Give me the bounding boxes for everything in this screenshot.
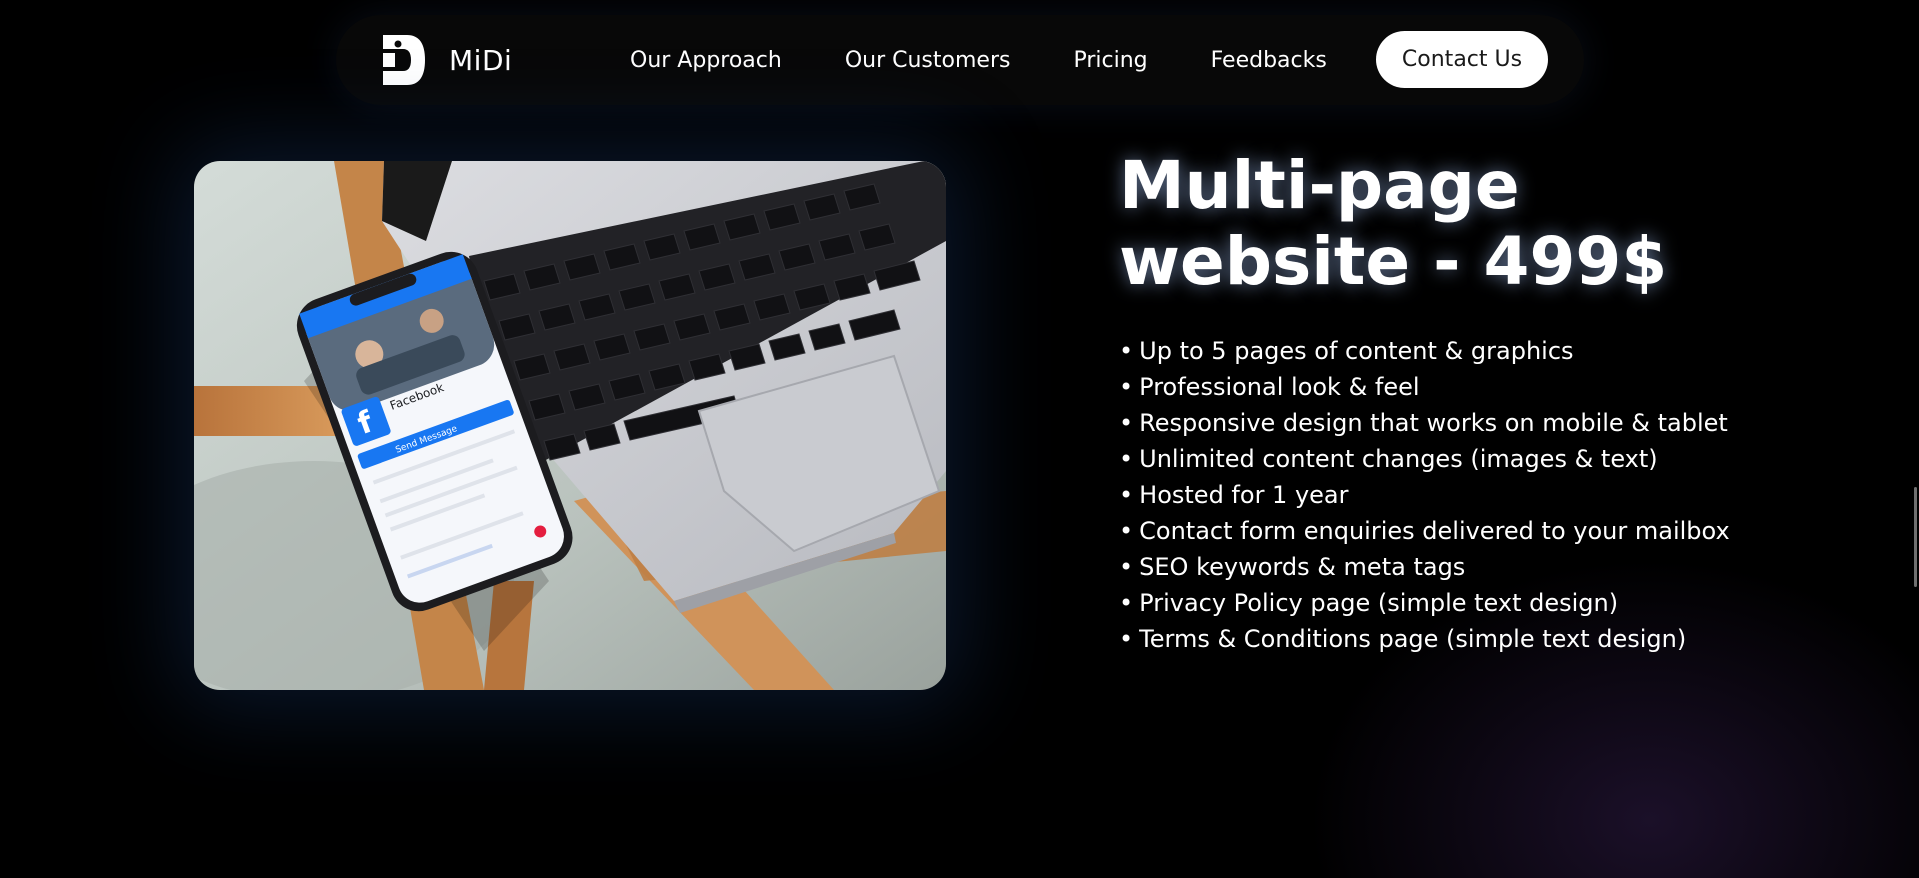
nav-link-feedbacks[interactable]: Feedbacks xyxy=(1211,48,1327,73)
feature-item: • Hosted for 1 year xyxy=(1119,481,1349,509)
feature-item: • Responsive design that works on mobile … xyxy=(1119,409,1728,437)
pricing-title-line-2: website - 499$ xyxy=(1119,223,1668,300)
feature-item: • Professional look & feel xyxy=(1119,373,1420,401)
nav-link-pricing[interactable]: Pricing xyxy=(1073,48,1147,73)
pricing-title-line-1: Multi-page xyxy=(1119,147,1520,224)
nav-links: Our Approach Our Customers Pricing Feedb… xyxy=(630,15,1327,105)
laptop-phone-illustration: f Facebook Send Message xyxy=(194,161,946,690)
scrollbar-thumb[interactable] xyxy=(1914,487,1917,587)
nav-link-our-approach[interactable]: Our Approach xyxy=(630,48,782,73)
feature-item: • SEO keywords & meta tags xyxy=(1119,553,1466,581)
product-photo: f Facebook Send Message xyxy=(194,161,946,690)
brand-name: MiDi xyxy=(449,43,513,77)
nav-link-our-customers[interactable]: Our Customers xyxy=(845,48,1011,73)
midi-logo-icon xyxy=(383,35,425,85)
page: MiDi Our Approach Our Customers Pricing … xyxy=(0,0,1919,878)
brand-logo[interactable]: MiDi xyxy=(381,33,512,87)
feature-item: • Contact form enquiries delivered to you… xyxy=(1119,517,1730,545)
top-navigation: MiDi Our Approach Our Customers Pricing … xyxy=(336,15,1584,105)
pricing-title: Multi-page website - 499$ xyxy=(1119,148,1739,300)
feature-item: • Up to 5 pages of content & graphics xyxy=(1119,337,1574,365)
feature-item: • Terms & Conditions page (simple text de… xyxy=(1119,625,1687,653)
contact-us-button[interactable]: Contact Us xyxy=(1376,31,1548,88)
feature-list: • Up to 5 pages of content & graphics • Pr… xyxy=(1119,333,1730,657)
feature-item: • Privacy Policy page (simple text design… xyxy=(1119,589,1619,617)
feature-item: • Unlimited content changes (images & tex… xyxy=(1119,445,1658,473)
